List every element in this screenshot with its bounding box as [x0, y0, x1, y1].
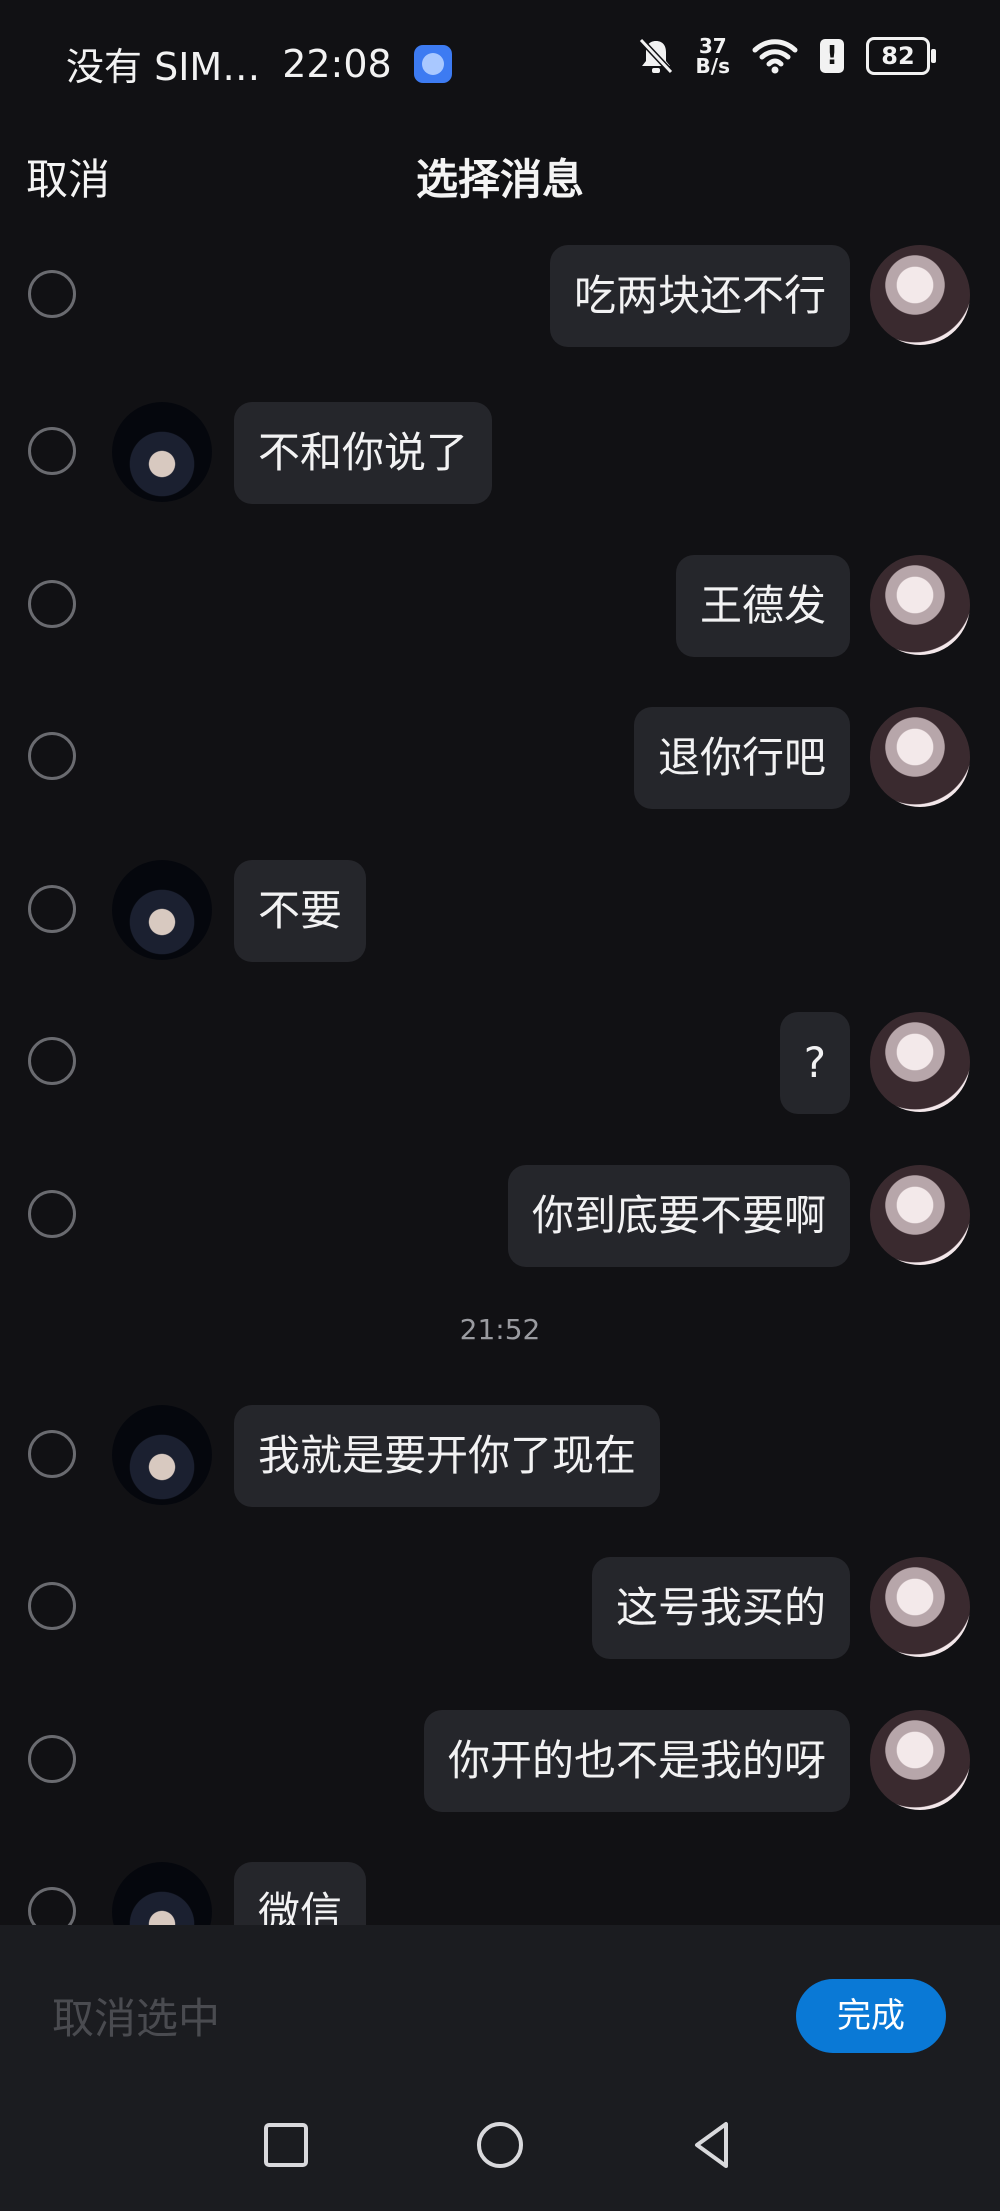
battery-icon: 82 [866, 37, 936, 75]
select-radio[interactable] [28, 1190, 76, 1238]
select-radio[interactable] [28, 1037, 76, 1085]
time-separator: 21:52 [459, 1313, 541, 1346]
message-bubble[interactable]: 不要 [234, 860, 367, 962]
avatar[interactable] [112, 1405, 212, 1505]
message-row[interactable]: 这号我买的 [0, 1557, 1000, 1661]
bell-muted-icon [638, 37, 673, 75]
message-bubble[interactable]: 王德发 [675, 555, 850, 657]
done-button[interactable]: 完成 [796, 1979, 946, 2053]
message-row[interactable]: ? [0, 1012, 1000, 1116]
avatar[interactable] [870, 555, 970, 655]
message-row[interactable]: 退你行吧 [0, 707, 1000, 811]
avatar[interactable] [870, 245, 970, 345]
message-row[interactable]: 你到底要不要啊 [0, 1165, 1000, 1269]
select-radio[interactable] [28, 270, 76, 318]
message-bubble[interactable]: 退你行吧 [633, 707, 850, 809]
message-bubble[interactable]: 你开的也不是我的呀 [423, 1710, 850, 1812]
avatar[interactable] [870, 1557, 970, 1657]
message-row[interactable]: 你开的也不是我的呀 [0, 1710, 1000, 1814]
avatar[interactable] [112, 402, 212, 502]
avatar[interactable] [870, 1710, 970, 1810]
system-nav-bar [0, 2105, 1000, 2195]
avatar[interactable] [112, 1862, 212, 1925]
select-radio[interactable] [28, 732, 76, 780]
back-icon[interactable] [684, 2115, 744, 2175]
app-notification-icon [413, 44, 452, 83]
wifi-icon [752, 39, 798, 74]
select-radio[interactable] [28, 427, 76, 475]
avatar[interactable] [112, 860, 212, 960]
network-speed-value: 37 [698, 34, 727, 58]
alert-icon: ! [820, 39, 844, 73]
message-bubble[interactable]: 不和你说了 [234, 402, 493, 504]
message-bubble[interactable]: 吃两块还不行 [549, 245, 850, 347]
select-radio[interactable] [28, 580, 76, 628]
selection-header: 取消 选择消息 [0, 120, 1000, 220]
select-radio[interactable] [28, 885, 76, 933]
message-bubble[interactable]: ? [779, 1012, 850, 1114]
message-list[interactable]: 吃两块还不行 不和你说了 王德发 退你行吧 不要 ? 你到底要不要啊 21:52… [0, 220, 1000, 1925]
avatar[interactable] [870, 1012, 970, 1112]
page-title: 选择消息 [415, 155, 584, 204]
message-row[interactable]: 不要 [0, 860, 1000, 964]
avatar[interactable] [870, 707, 970, 807]
message-bubble[interactable]: 微信 [234, 1862, 367, 1925]
message-row[interactable]: 王德发 [0, 555, 1000, 659]
status-bar: 没有 SIM… 22:08 37 B/s ! 82 [0, 0, 1000, 120]
select-radio[interactable] [28, 1430, 76, 1478]
home-icon[interactable] [470, 2115, 530, 2175]
select-radio[interactable] [28, 1887, 76, 1925]
status-left: 没有 SIM… 22:08 [66, 36, 452, 91]
avatar[interactable] [870, 1165, 970, 1265]
select-radio[interactable] [28, 1735, 76, 1783]
message-bubble[interactable]: 这号我买的 [591, 1557, 850, 1659]
message-row[interactable]: 不和你说了 [0, 402, 1000, 506]
select-radio[interactable] [28, 1582, 76, 1630]
message-bubble[interactable]: 我就是要开你了现在 [234, 1405, 661, 1507]
recents-icon[interactable] [256, 2115, 316, 2175]
clock: 22:08 [282, 41, 392, 86]
message-bubble[interactable]: 你到底要不要啊 [507, 1165, 850, 1267]
bottom-action-bar: 取消选中 完成 [0, 1925, 1000, 2211]
message-row[interactable]: 微信 [0, 1862, 1000, 1925]
deselect-button[interactable]: 取消选中 [52, 1985, 220, 2046]
status-right: 37 B/s ! 82 [638, 36, 936, 76]
carrier-label: 没有 SIM… [66, 45, 261, 89]
network-speed: 37 B/s [696, 36, 730, 76]
message-row[interactable]: 吃两块还不行 [0, 245, 1000, 349]
message-row[interactable]: 我就是要开你了现在 [0, 1405, 1000, 1509]
network-speed-unit: B/s [695, 54, 730, 78]
